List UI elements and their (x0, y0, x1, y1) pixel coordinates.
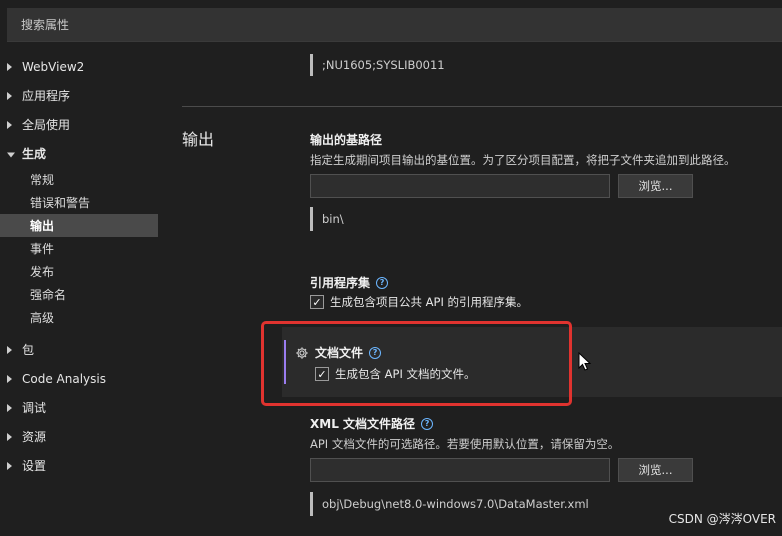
sidebar-item-label: 调试 (22, 401, 47, 415)
value-indicator-bar (310, 54, 313, 76)
mouse-cursor-icon (578, 352, 592, 371)
xml-doc-path-title: XML 文档文件路径 ? (310, 415, 434, 432)
base-output-browse-button[interactable]: 浏览... (618, 174, 693, 198)
sidebar-subitem-advanced[interactable]: 高级 (0, 306, 158, 329)
sidebar-item-label: 设置 (22, 459, 47, 473)
chevron-right-icon (7, 432, 12, 441)
sidebar-item-label: 应用程序 (22, 89, 71, 103)
sidebar-item-settings[interactable]: 设置 (0, 451, 158, 480)
base-output-resolved-value: bin\ (322, 212, 344, 226)
xml-doc-resolved-value: obj\Debug\net8.0-windows7.0\DataMaster.x… (322, 497, 589, 511)
search-input[interactable] (7, 8, 782, 41)
sidebar-item-label: WebView2 (22, 59, 85, 74)
sidebar-item-label: 全局使用 (22, 118, 71, 132)
reference-assembly-title: 引用程序集 ? (310, 274, 389, 291)
sidebar-item-label: 资源 (22, 430, 47, 444)
help-icon[interactable]: ? (376, 276, 389, 289)
chevron-right-icon (7, 345, 12, 354)
watermark: CSDN @涔涔OVER (668, 512, 776, 526)
sidebar-subitem-strong-naming[interactable]: 强命名 (0, 283, 158, 306)
sidebar-item-global-usings[interactable]: 全局使用 (0, 110, 158, 139)
sidebar: WebView2 应用程序 全局使用 生成 常规 错误和警告 输出 事件 发布 … (0, 52, 158, 480)
sidebar-item-code-analysis[interactable]: Code Analysis (0, 364, 158, 393)
chevron-right-icon (7, 91, 12, 100)
sidebar-item-label: 包 (22, 343, 35, 357)
sidebar-item-webview2[interactable]: WebView2 (0, 52, 158, 81)
xml-doc-browse-button[interactable]: 浏览... (618, 458, 693, 482)
base-output-path-title: 输出的基路径 (310, 131, 382, 148)
sidebar-subitem-output[interactable]: 输出 (0, 214, 158, 237)
sidebar-item-build[interactable]: 生成 (0, 139, 158, 168)
section-divider (182, 106, 782, 107)
xml-doc-path-description: API 文档文件的可选路径。若要使用默认位置，请保留为空。 (310, 437, 620, 451)
chevron-right-icon (7, 120, 12, 129)
chevron-right-icon (7, 374, 12, 383)
sidebar-item-label: Code Analysis (22, 371, 106, 386)
xml-doc-path-input[interactable] (310, 458, 610, 482)
help-icon[interactable]: ? (421, 417, 434, 430)
reference-assembly-checkbox[interactable]: ✓ (310, 295, 324, 309)
search-bar[interactable] (7, 8, 782, 42)
base-output-path-label: 输出的基路径 (310, 133, 383, 147)
chevron-right-icon (7, 461, 12, 470)
chevron-down-icon (7, 152, 15, 157)
sidebar-item-application[interactable]: 应用程序 (0, 81, 158, 110)
sidebar-item-package[interactable]: 包 (0, 335, 158, 364)
sidebar-item-label: 生成 (22, 147, 47, 161)
base-output-path-description: 指定生成期间项目输出的基位置。为了区分项目配置，将把子文件夹追加到此路径。 (310, 153, 736, 167)
reference-assembly-checkbox-row[interactable]: ✓ 生成包含项目公共 API 的引用程序集。 (310, 294, 528, 310)
sidebar-item-resources[interactable]: 资源 (0, 422, 158, 451)
xml-doc-path-label: XML 文档文件路径 (310, 417, 416, 431)
chevron-right-icon (7, 403, 12, 412)
reference-assembly-checkbox-label: 生成包含项目公共 API 的引用程序集。 (330, 295, 529, 309)
value-indicator-bar (310, 207, 313, 231)
sidebar-subitem-general[interactable]: 常规 (0, 168, 158, 191)
annotation-highlight-box (261, 321, 572, 406)
base-output-path-input[interactable] (310, 174, 610, 198)
sidebar-subitem-publish[interactable]: 发布 (0, 260, 158, 283)
suppress-warnings-value: ;NU1605;SYSLIB0011 (322, 58, 445, 72)
reference-assembly-label: 引用程序集 (310, 276, 371, 290)
sidebar-item-debug[interactable]: 调试 (0, 393, 158, 422)
section-title-output: 输出 (182, 130, 215, 149)
sidebar-subitem-errors-warnings[interactable]: 错误和警告 (0, 191, 158, 214)
value-indicator-bar (310, 492, 313, 516)
chevron-right-icon (7, 62, 12, 71)
sidebar-subitem-events[interactable]: 事件 (0, 237, 158, 260)
